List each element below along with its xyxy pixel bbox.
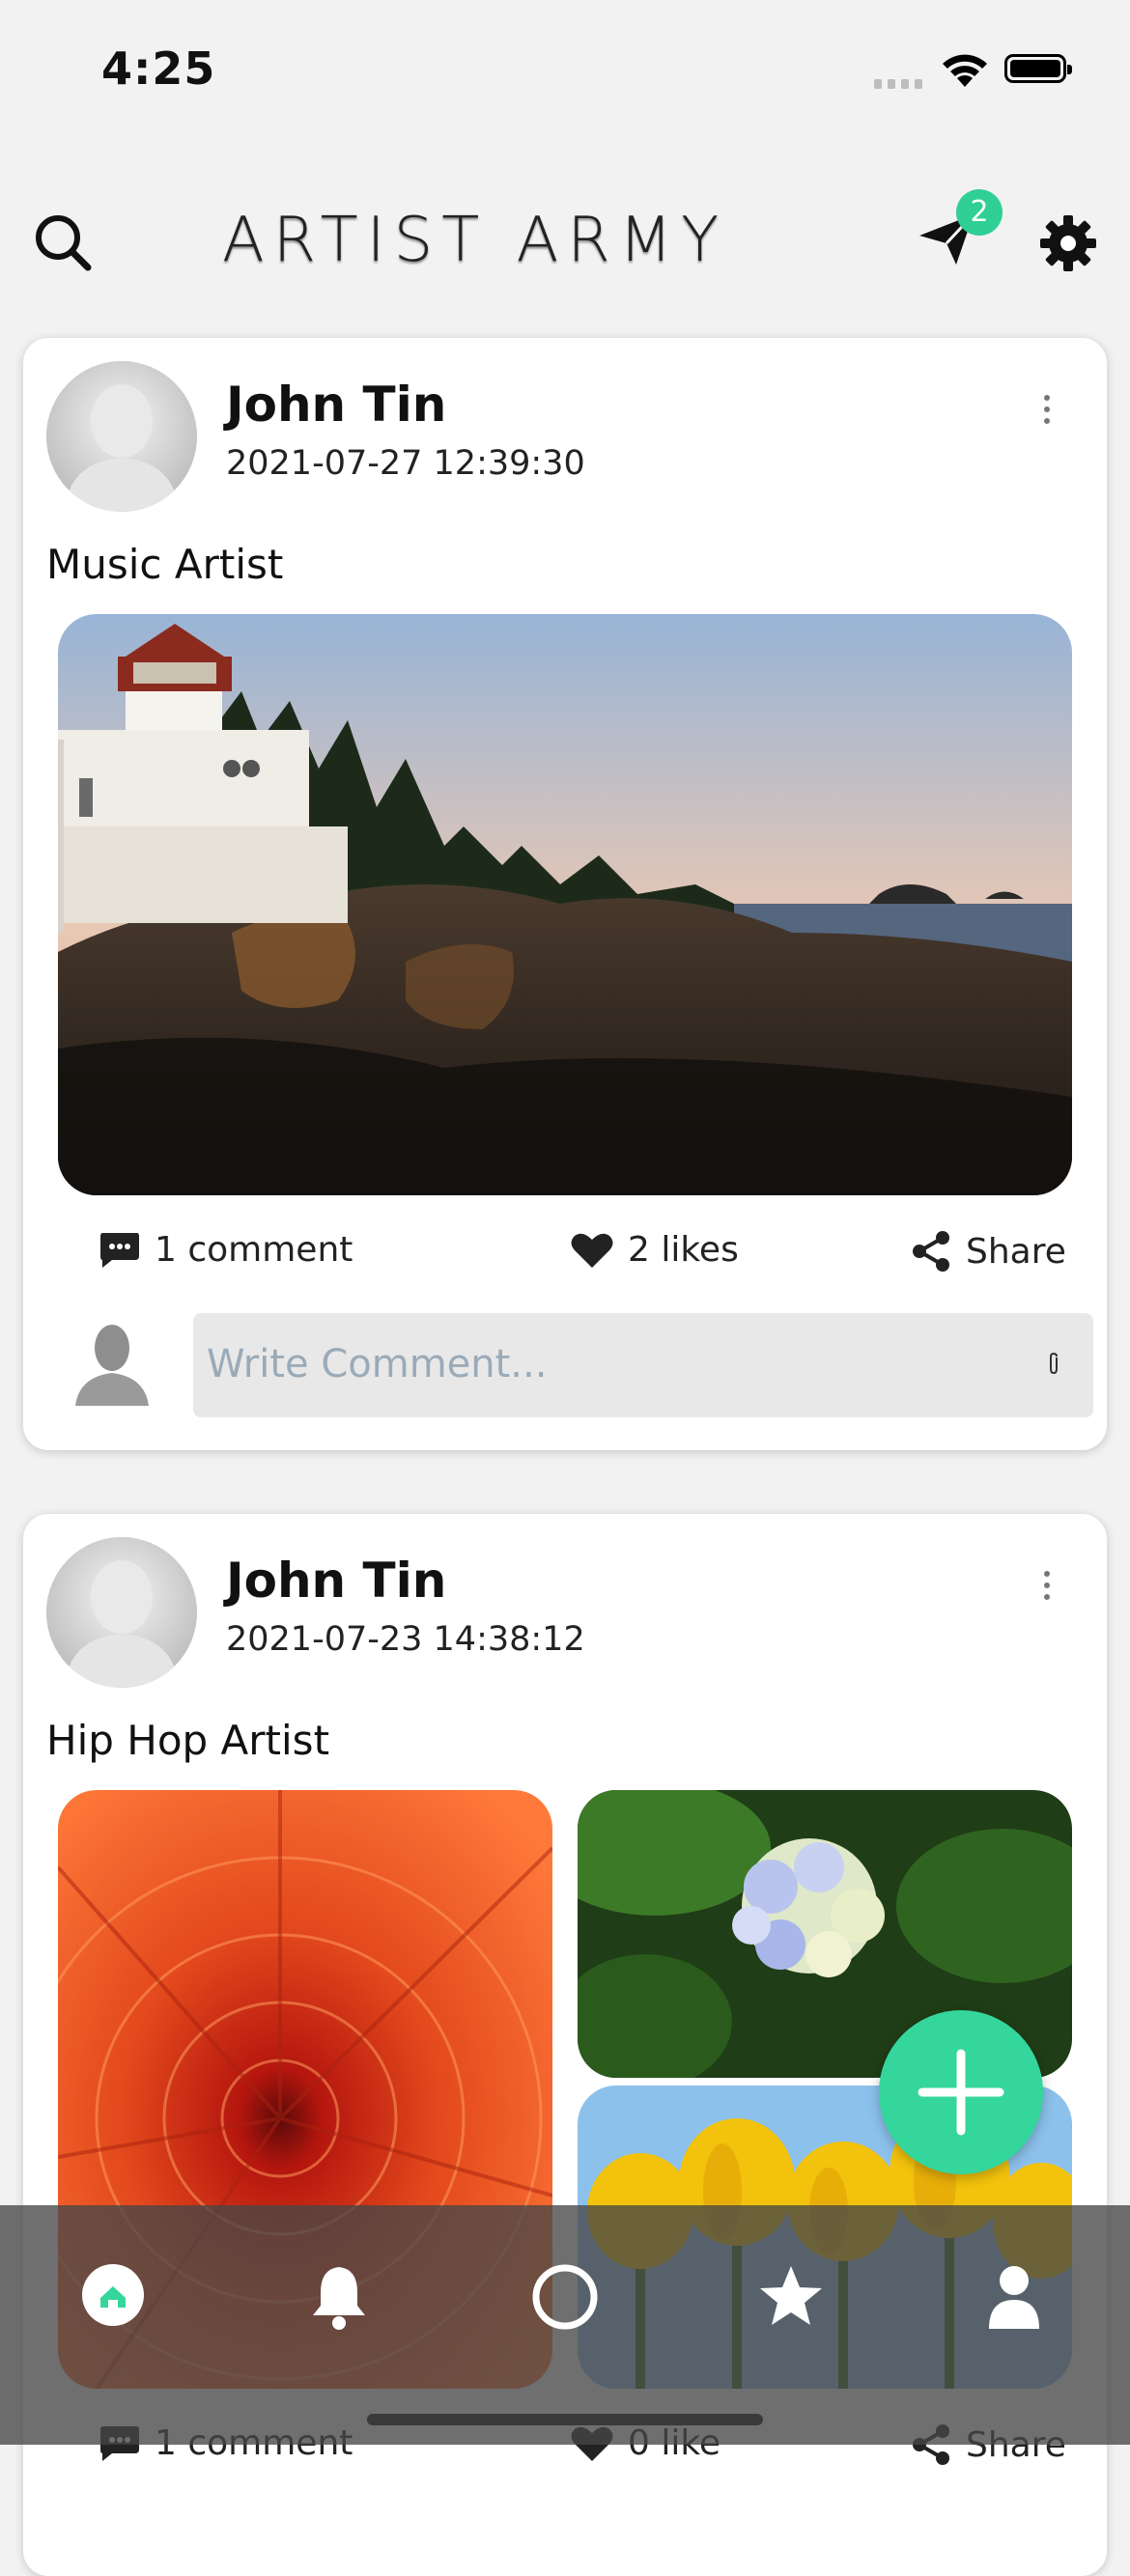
comment-input[interactable]: Write Comment... <box>193 1313 1093 1417</box>
comment-placeholder: Write Comment... <box>207 1342 548 1386</box>
app-header: ARTIST ARMY 2 <box>0 164 1130 319</box>
comment-icon <box>100 1232 139 1268</box>
post-timestamp: 2021-07-27 12:39:30 <box>226 444 585 483</box>
comment-composer: Write Comment... <box>46 1313 1099 1419</box>
post-author[interactable]: John Tin <box>226 1553 446 1609</box>
wifi-icon <box>943 54 987 87</box>
user-avatar-icon <box>75 1325 149 1406</box>
more-options-icon[interactable] <box>1037 392 1057 427</box>
gear-icon[interactable] <box>1039 214 1097 272</box>
app-title: ARTIST ARMY <box>222 205 728 276</box>
paperclip-icon[interactable] <box>1047 1352 1060 1375</box>
post-photo-lighthouse[interactable] <box>58 614 1072 1195</box>
bell-icon[interactable] <box>307 2263 371 2331</box>
status-bar: 4:25 <box>0 0 1130 135</box>
plus-icon <box>918 2049 1004 2136</box>
comments-button[interactable]: 1 comment <box>99 1230 353 1270</box>
heart-icon <box>571 1233 613 1268</box>
share-button[interactable]: Share <box>910 1230 1066 1273</box>
status-time: 4:25 <box>101 42 216 95</box>
message-count-badge: 2 <box>956 189 1003 236</box>
cellular-signal-icon <box>874 79 922 89</box>
bottom-navigation <box>0 2205 1130 2445</box>
post-actions: 1 comment 2 likes Share <box>73 1230 1097 1288</box>
battery-icon <box>1004 54 1072 83</box>
like-count: 2 likes <box>628 1230 739 1270</box>
star-icon[interactable] <box>757 2263 825 2331</box>
post-card: John Tin 2021-07-27 12:39:30 Music Artis… <box>23 338 1107 1450</box>
more-options-icon[interactable] <box>1037 1568 1057 1603</box>
circle-icon[interactable] <box>531 2263 599 2331</box>
post-caption: Hip Hop Artist <box>46 1717 330 1764</box>
home-indicator <box>367 2414 763 2425</box>
avatar[interactable] <box>46 1537 197 1688</box>
post-timestamp: 2021-07-23 14:38:12 <box>226 1620 585 1659</box>
share-icon <box>913 1231 949 1272</box>
post-caption: Music Artist <box>46 541 284 588</box>
share-label: Share <box>966 1231 1066 1272</box>
home-icon[interactable] <box>81 2263 145 2327</box>
avatar[interactable] <box>46 361 197 512</box>
comment-count: 1 comment <box>155 1230 353 1270</box>
create-post-button[interactable] <box>879 2010 1043 2174</box>
search-icon[interactable] <box>33 212 93 272</box>
post-author[interactable]: John Tin <box>226 377 446 433</box>
user-icon[interactable] <box>985 2263 1043 2331</box>
like-button[interactable]: 2 likes <box>570 1230 739 1270</box>
